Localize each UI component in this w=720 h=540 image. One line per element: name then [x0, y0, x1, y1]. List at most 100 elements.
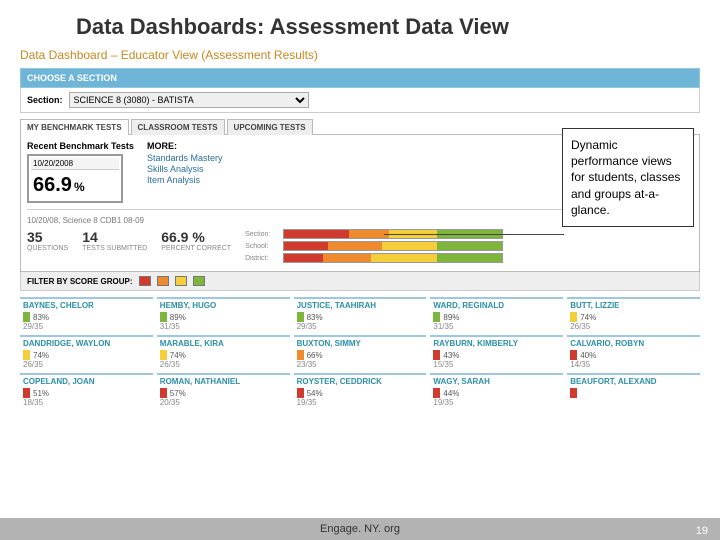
- score-chip: [570, 388, 577, 398]
- recent-tests-box: Recent Benchmark Tests 10/20/2008 66.9 %: [27, 141, 137, 203]
- student-percent: 89%: [170, 313, 186, 322]
- stat-percent-label: PERCENT CORRECT: [161, 245, 231, 253]
- student-name: BUXTON, SIMMY: [297, 339, 424, 348]
- student-fraction: 14/35: [570, 360, 697, 369]
- student-percent: 44%: [443, 389, 459, 398]
- student-fraction: 19/35: [433, 398, 560, 407]
- more-links: MORE: Standards Mastery Skills Analysis …: [147, 141, 223, 203]
- student-name: BUTT, LIZZIE: [570, 301, 697, 310]
- link-item-analysis[interactable]: Item Analysis: [147, 175, 223, 185]
- student-percent: 57%: [170, 389, 186, 398]
- score-value: 66.9: [33, 174, 72, 197]
- student-card[interactable]: ROMAN, NATHANIEL57%20/35: [157, 373, 290, 409]
- student-percent: 43%: [443, 351, 459, 360]
- score-chip: [297, 350, 304, 360]
- student-name: COPELAND, JOAN: [23, 377, 150, 386]
- student-card[interactable]: HEMBY, HUGO 89%31/35: [157, 297, 290, 333]
- score-chip: [433, 388, 440, 398]
- student-card[interactable]: BUTT, LIZZIE74%26/35: [567, 297, 700, 333]
- student-fraction: 15/35: [433, 360, 560, 369]
- score-chip: [23, 388, 30, 398]
- choose-section-header: CHOOSE A SECTION: [20, 68, 700, 88]
- student-fraction: 31/35: [160, 322, 287, 331]
- callout-box: Dynamic performance views for students, …: [562, 128, 694, 227]
- student-percent: 54%: [307, 389, 323, 398]
- student-card[interactable]: CALVARIO, ROBYN40%14/35: [567, 335, 700, 371]
- student-name: HEMBY, HUGO: [160, 301, 287, 310]
- student-name: JUSTICE, TAAHIRAH: [297, 301, 424, 310]
- student-fraction: 19/35: [297, 398, 424, 407]
- bar-label-school: School:: [245, 243, 283, 250]
- score-chip: [433, 312, 440, 322]
- filter-yellow[interactable]: [175, 276, 187, 286]
- student-name: MARABLE, KIRA: [160, 339, 287, 348]
- bar-district: [283, 253, 503, 263]
- score-chip: [297, 312, 304, 322]
- page-number: 19: [696, 525, 708, 537]
- score-chip: [160, 388, 167, 398]
- score-chip: [160, 350, 167, 360]
- stat-questions-value: 35: [27, 229, 68, 245]
- student-card[interactable]: BEAUFORT, ALEXAND: [567, 373, 700, 409]
- filter-label: FILTER BY SCORE GROUP:: [27, 277, 133, 286]
- bar-label-district: District:: [245, 255, 283, 262]
- stat-percent-value: 66.9 %: [161, 229, 231, 245]
- student-card[interactable]: WAGY, SARAH 44%19/35: [430, 373, 563, 409]
- tab-my-benchmark[interactable]: MY BENCHMARK TESTS: [20, 119, 129, 135]
- dashboard-subtitle: Data Dashboard – Educator View (Assessme…: [20, 48, 700, 62]
- link-standards-mastery[interactable]: Standards Mastery: [147, 153, 223, 163]
- student-card[interactable]: ROYSTER, CEDDRICK54%19/35: [294, 373, 427, 409]
- tab-classroom[interactable]: CLASSROOM TESTS: [131, 119, 225, 135]
- student-card[interactable]: RAYBURN, KIMBERLY 43%15/35: [430, 335, 563, 371]
- student-percent: 83%: [33, 313, 49, 322]
- student-name: RAYBURN, KIMBERLY: [433, 339, 560, 348]
- more-header: MORE:: [147, 141, 223, 151]
- student-percent: 74%: [33, 351, 49, 360]
- filter-green[interactable]: [193, 276, 205, 286]
- score-chip: [160, 312, 167, 322]
- student-card[interactable]: COPELAND, JOAN 51%18/35: [20, 373, 153, 409]
- score-chip: [570, 312, 577, 322]
- footer-text: Engage. NY. org: [320, 523, 400, 535]
- student-percent: 40%: [580, 351, 596, 360]
- student-fraction: 26/35: [23, 360, 150, 369]
- student-percent: 51%: [33, 389, 49, 398]
- student-fraction: 18/35: [23, 398, 150, 407]
- student-fraction: 31/35: [433, 322, 560, 331]
- student-card[interactable]: BAYNES, CHELOR 83%29/35: [20, 297, 153, 333]
- student-fraction: 29/35: [297, 322, 424, 331]
- student-name: DANDRIDGE, WAYLON: [23, 339, 150, 348]
- student-fraction: 29/35: [23, 322, 150, 331]
- score-card[interactable]: 10/20/2008 66.9 %: [27, 154, 123, 203]
- recent-tests-title: Recent Benchmark Tests: [27, 141, 137, 151]
- score-chip: [23, 350, 30, 360]
- stat-questions-label: QUESTIONS: [27, 245, 68, 253]
- score-percent-sign: %: [74, 180, 85, 194]
- student-card[interactable]: MARABLE, KIRA 74%26/35: [157, 335, 290, 371]
- dashboard-screenshot: Data Dashboard – Educator View (Assessme…: [20, 48, 700, 409]
- student-card[interactable]: JUSTICE, TAAHIRAH83%29/35: [294, 297, 427, 333]
- student-card[interactable]: BUXTON, SIMMY66%23/35: [294, 335, 427, 371]
- slide-title: Data Dashboards: Assessment Data View: [0, 0, 720, 50]
- score-date: 10/20/2008: [31, 158, 119, 170]
- bar-school: [283, 241, 503, 251]
- student-card[interactable]: DANDRIDGE, WAYLON 74%26/35: [20, 335, 153, 371]
- score-chip: [297, 388, 304, 398]
- callout-pointer: [384, 234, 564, 235]
- student-name: BAYNES, CHELOR: [23, 301, 150, 310]
- filter-orange[interactable]: [157, 276, 169, 286]
- summary-stats-row: 35QUESTIONS 14TESTS SUBMITTED 66.9 %PERC…: [27, 229, 693, 265]
- link-skills-analysis[interactable]: Skills Analysis: [147, 164, 223, 174]
- student-name: WARD, REGINALD: [433, 301, 560, 310]
- student-name: WAGY, SARAH: [433, 377, 560, 386]
- student-card[interactable]: WARD, REGINALD89%31/35: [430, 297, 563, 333]
- filter-red[interactable]: [139, 276, 151, 286]
- student-percent: 74%: [580, 313, 596, 322]
- stat-submitted-label: TESTS SUBMITTED: [82, 245, 147, 253]
- student-percent: 74%: [170, 351, 186, 360]
- section-dropdown[interactable]: SCIENCE 8 (3080) - BATISTA: [69, 92, 309, 108]
- student-name: BEAUFORT, ALEXAND: [570, 377, 697, 386]
- section-label: Section:: [27, 95, 63, 105]
- student-fraction: 26/35: [160, 360, 287, 369]
- tab-upcoming[interactable]: UPCOMING TESTS: [227, 119, 313, 135]
